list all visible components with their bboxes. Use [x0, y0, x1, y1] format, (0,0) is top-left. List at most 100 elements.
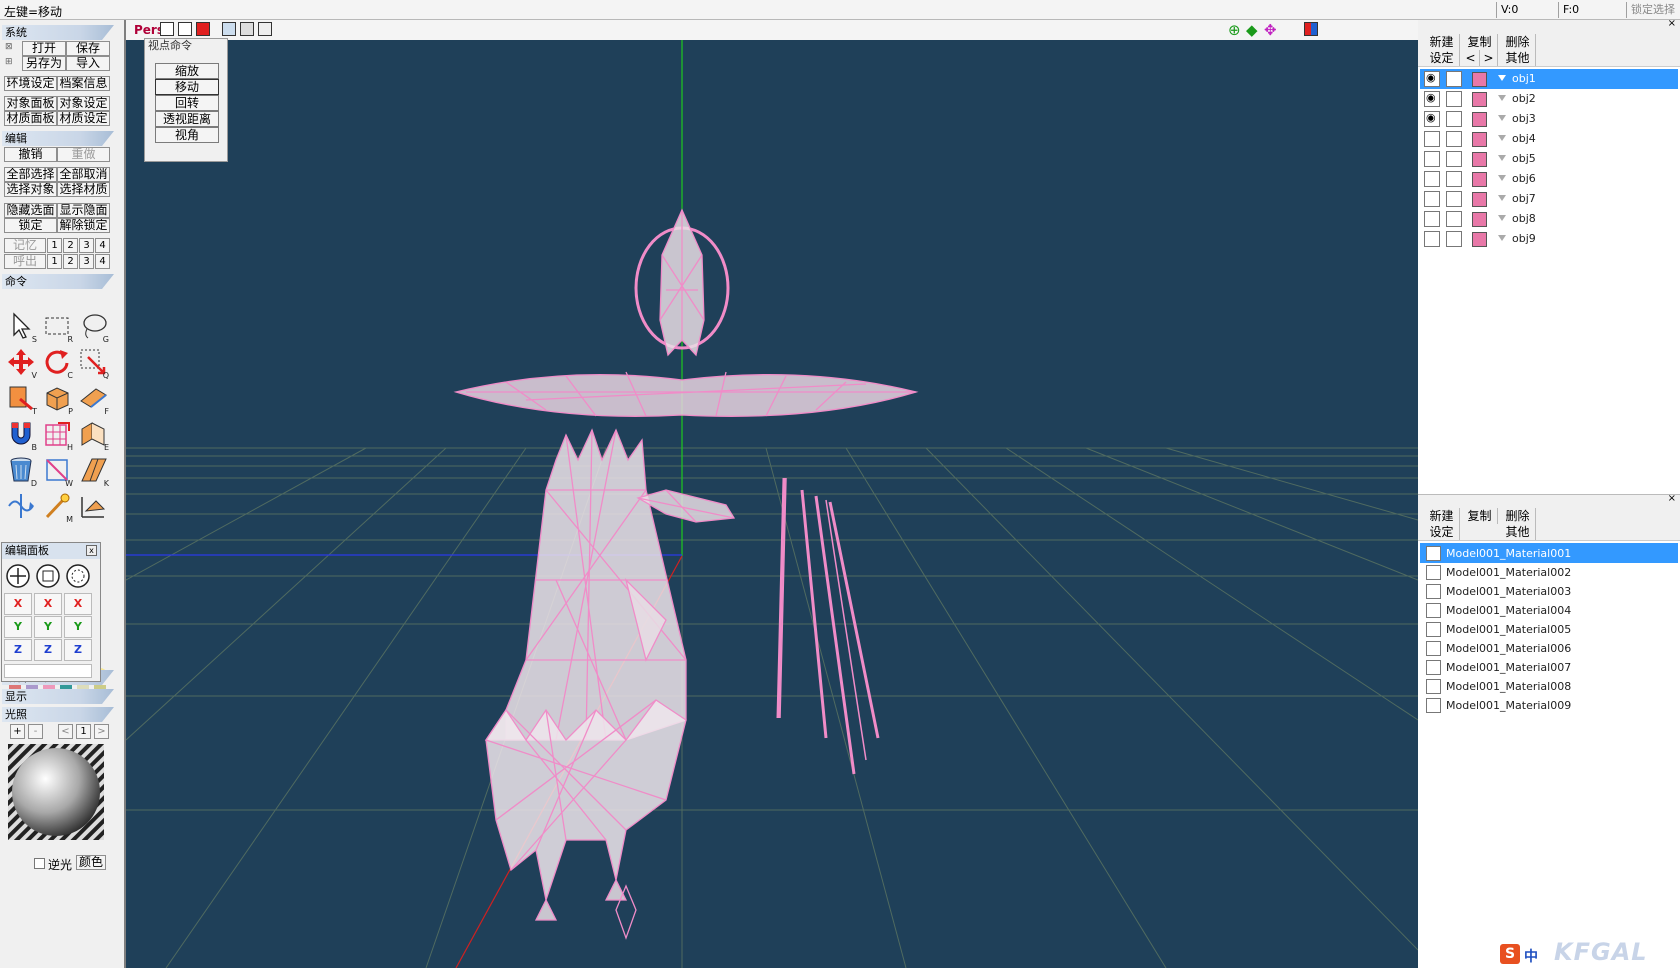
material-row[interactable]: Model001_Material007	[1420, 657, 1678, 677]
object-settings-button[interactable]: 设定	[1424, 50, 1460, 66]
material-delete-button[interactable]: 删除	[1500, 508, 1536, 524]
view-persp-distance-button[interactable]: 透视距离	[155, 111, 219, 127]
object-color-swatch[interactable]	[1472, 92, 1487, 107]
expand-triangle-icon[interactable]	[1498, 215, 1506, 221]
lock-toggle[interactable]	[1446, 91, 1462, 107]
object-other-button[interactable]: 其他	[1500, 50, 1536, 66]
object-delete-button[interactable]: 删除	[1500, 34, 1536, 50]
object-next-button[interactable]: >	[1480, 50, 1498, 66]
lock-toggle[interactable]	[1446, 151, 1462, 167]
uv-map-icon[interactable]	[76, 489, 110, 523]
object-row[interactable]: obj8	[1420, 209, 1678, 229]
section-system[interactable]: 系统	[2, 25, 114, 40]
view-zoom-button[interactable]: 缩放	[155, 63, 219, 79]
lock-toggle[interactable]	[1446, 111, 1462, 127]
visibility-toggle[interactable]	[1424, 231, 1440, 247]
material-panel-button[interactable]: 材质面板	[4, 111, 57, 126]
mirror-icon[interactable]	[4, 489, 38, 523]
move-circle-icon[interactable]	[5, 563, 31, 589]
primitive-box-icon[interactable]: P	[40, 381, 74, 416]
material-row[interactable]: Model001_Material006	[1420, 638, 1678, 658]
move-z-button[interactable]: Z	[4, 639, 32, 661]
light-next-button[interactable]: >	[94, 724, 109, 739]
object-color-swatch[interactable]	[1472, 172, 1487, 187]
select-object-button[interactable]: 选择对象	[4, 182, 57, 197]
scale-x-button[interactable]: X	[34, 593, 62, 615]
material-checkbox[interactable]	[1426, 584, 1441, 599]
edit-panel-title[interactable]: 编辑面板 x	[2, 543, 100, 559]
scale-y-button[interactable]: Y	[34, 616, 62, 638]
close-icon[interactable]: ×	[1668, 493, 1676, 504]
object-row[interactable]: obj9	[1420, 229, 1678, 249]
save-button[interactable]: 保存	[66, 41, 110, 56]
light-remove-button[interactable]: -	[28, 724, 43, 739]
hide-faces-button[interactable]: 隐藏选面	[4, 203, 57, 218]
material-row[interactable]: Model001_Material009	[1420, 695, 1678, 715]
rotate-y-button[interactable]: Y	[64, 616, 92, 638]
material-checkbox[interactable]	[1426, 565, 1441, 580]
save-as-button[interactable]: 另存为	[22, 56, 66, 71]
visibility-toggle[interactable]	[1424, 131, 1440, 147]
deselect-all-button[interactable]: 全部取消	[57, 167, 110, 182]
object-color-swatch[interactable]	[1472, 212, 1487, 227]
zoom-search-icon[interactable]: ⊕	[1228, 21, 1241, 39]
numeric-input[interactable]	[4, 664, 92, 678]
object-row[interactable]: obj7	[1420, 189, 1678, 209]
material-row[interactable]: Model001_Material003	[1420, 581, 1678, 601]
material-row[interactable]: Model001_Material001	[1420, 543, 1678, 563]
recall-slot-2[interactable]: 2	[63, 254, 78, 269]
visibility-toggle[interactable]: ◉	[1424, 111, 1440, 127]
file-info-button[interactable]: 档案信息	[57, 76, 110, 91]
lock-toggle[interactable]	[1446, 191, 1462, 207]
material-row[interactable]: Model001_Material008	[1420, 676, 1678, 696]
material-row[interactable]: Model001_Material002	[1420, 562, 1678, 582]
unlock-button[interactable]: 解除锁定	[57, 218, 110, 233]
material-row[interactable]: Model001_Material005	[1420, 619, 1678, 639]
open-button[interactable]: 打开	[22, 41, 66, 56]
material-settings-button[interactable]: 设定	[1424, 524, 1460, 540]
section-lighting[interactable]: 光照	[2, 707, 114, 722]
object-panel-titlebar[interactable]: ×	[1418, 18, 1680, 32]
visibility-toggle[interactable]: ◉	[1424, 71, 1440, 87]
copy-view-icon[interactable]	[240, 22, 254, 36]
object-row[interactable]: obj4	[1420, 129, 1678, 149]
material-checkbox[interactable]	[1426, 641, 1441, 656]
lattice-icon[interactable]: H	[40, 417, 74, 452]
rotate-circle-icon[interactable]	[65, 563, 91, 589]
visibility-toggle[interactable]	[1424, 171, 1440, 187]
object-row[interactable]: ◉ obj1	[1420, 69, 1678, 89]
material-new-button[interactable]: 新建	[1424, 508, 1460, 524]
arrow-select-icon[interactable]: S	[4, 309, 38, 344]
close-icon[interactable]: ×	[1668, 18, 1676, 29]
section-display[interactable]: 显示	[2, 689, 114, 704]
knife-icon[interactable]: W	[40, 453, 74, 488]
color-mode-icon[interactable]	[1304, 22, 1318, 36]
expand-triangle-icon[interactable]	[1498, 175, 1506, 181]
object-row[interactable]: ◉ obj3	[1420, 109, 1678, 129]
object-color-swatch[interactable]	[1472, 152, 1487, 167]
lock-button[interactable]: 锁定	[4, 218, 57, 233]
material-checkbox[interactable]	[1426, 622, 1441, 637]
recall-slot-1[interactable]: 1	[47, 254, 62, 269]
rect-select-icon[interactable]: R	[40, 309, 74, 344]
pan-arrows-icon[interactable]: ◆	[1246, 21, 1258, 39]
move-icon[interactable]: V	[4, 345, 38, 380]
memory-slot-1[interactable]: 1	[47, 238, 62, 253]
object-color-swatch[interactable]	[1472, 192, 1487, 207]
lasso-select-icon[interactable]: G	[76, 309, 110, 344]
3d-viewport[interactable]: Pers ⊕ ◆ ✥ 视点命令 缩放 移动 回转 透视距离 视角	[124, 20, 1418, 968]
memory-slot-2[interactable]: 2	[63, 238, 78, 253]
visibility-toggle[interactable]	[1424, 211, 1440, 227]
show-hidden-button[interactable]: 显示隐面	[57, 203, 110, 218]
view-rotate-button[interactable]: 回转	[155, 95, 219, 111]
light-prev-button[interactable]: <	[58, 724, 73, 739]
magnet-icon[interactable]: B	[4, 417, 38, 452]
record-icon[interactable]	[196, 22, 210, 36]
object-new-button[interactable]: 新建	[1424, 34, 1460, 50]
lock-toggle[interactable]	[1446, 231, 1462, 247]
object-row[interactable]: obj6	[1420, 169, 1678, 189]
object-copy-button[interactable]: 复制	[1462, 34, 1498, 50]
redo-button[interactable]: 重做	[57, 147, 110, 162]
object-color-swatch[interactable]	[1472, 232, 1487, 247]
object-row[interactable]: ◉ obj2	[1420, 89, 1678, 109]
